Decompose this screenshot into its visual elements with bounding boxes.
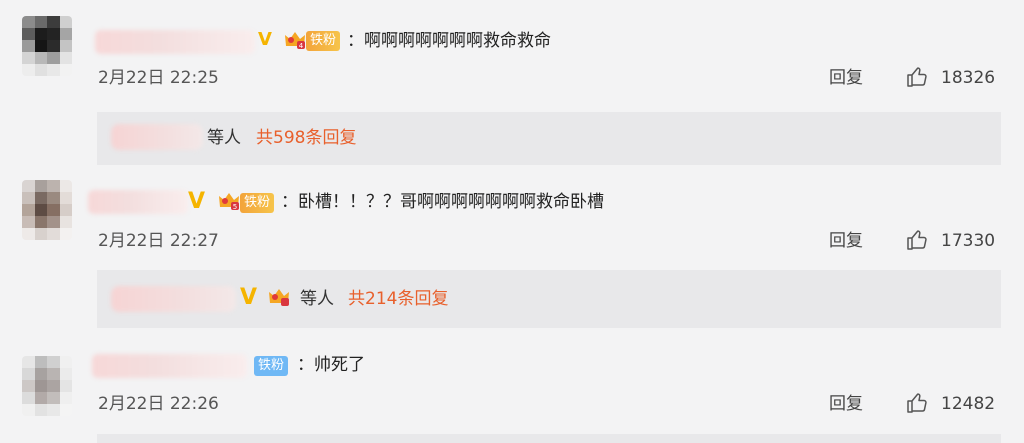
reply-usernames[interactable] bbox=[111, 286, 236, 312]
avatar[interactable] bbox=[22, 180, 72, 240]
comment-text: ：啊啊啊啊啊啊啊救命救命 bbox=[347, 31, 551, 51]
comment-text: ：帅死了 bbox=[297, 355, 365, 375]
crown-icon bbox=[269, 289, 289, 306]
username[interactable] bbox=[92, 354, 247, 378]
avatar[interactable] bbox=[22, 16, 72, 76]
comment-text: ：卧槽！！？？哥啊啊啊啊啊啊啊救命卧槽 bbox=[281, 192, 604, 212]
timestamp: 2月22日 22:27 bbox=[98, 231, 219, 251]
crown-icon: 4 bbox=[285, 32, 305, 50]
fan-badge: 铁粉 bbox=[240, 193, 275, 213]
reply-etc-label: 等人 bbox=[207, 128, 241, 148]
verified-v-icon: V bbox=[240, 285, 258, 310]
verified-v-icon: V bbox=[258, 29, 272, 50]
svg-text:4: 4 bbox=[299, 42, 304, 50]
username[interactable] bbox=[95, 30, 255, 54]
reply-count-link[interactable]: 共598条回复 bbox=[256, 126, 356, 150]
crown-icon: 5 bbox=[219, 193, 239, 211]
reply-button[interactable]: 回复 bbox=[829, 67, 863, 89]
avatar[interactable] bbox=[22, 356, 72, 416]
verified-v-icon: V bbox=[188, 189, 206, 214]
like-count: 12482 bbox=[941, 394, 996, 414]
reply-preview-box[interactable] bbox=[97, 434, 1001, 443]
like-count: 17330 bbox=[941, 231, 996, 251]
reply-button[interactable]: 回复 bbox=[829, 230, 863, 252]
fan-badge: 铁粉 bbox=[254, 356, 289, 376]
reply-preview-box[interactable]: V 等人 共214条回复 bbox=[97, 270, 1001, 328]
like-count: 18326 bbox=[941, 68, 996, 88]
reply-preview-box[interactable]: 等人 共598条回复 bbox=[97, 112, 1001, 165]
reply-count-link[interactable]: 共214条回复 bbox=[348, 287, 448, 311]
fan-badge: 铁粉 bbox=[306, 31, 341, 51]
svg-text:5: 5 bbox=[233, 203, 237, 211]
reply-etc-label: 等人 bbox=[300, 289, 334, 309]
timestamp: 2月22日 22:26 bbox=[98, 394, 219, 414]
reply-button[interactable]: 回复 bbox=[829, 393, 863, 415]
timestamp: 2月22日 22:25 bbox=[98, 68, 219, 88]
reply-usernames[interactable] bbox=[111, 124, 203, 150]
username[interactable] bbox=[88, 190, 188, 214]
thumbs-up-icon[interactable] bbox=[905, 391, 929, 415]
thumbs-up-icon[interactable] bbox=[905, 228, 929, 252]
thumbs-up-icon[interactable] bbox=[905, 65, 929, 89]
